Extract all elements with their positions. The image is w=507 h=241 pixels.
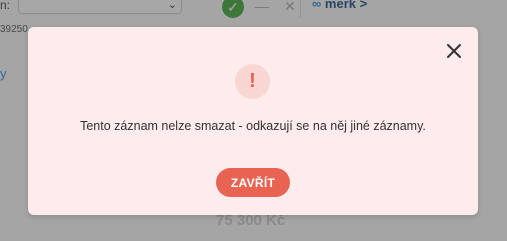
close-icon[interactable]	[445, 42, 463, 60]
error-dialog: ! Tento záznam nelze smazat - odkazují s…	[28, 27, 478, 215]
close-button[interactable]: ZAVŘÍT	[216, 168, 290, 197]
warning-icon: !	[235, 64, 270, 99]
dialog-message: Tento záznam nelze smazat - odkazují se …	[80, 119, 426, 133]
